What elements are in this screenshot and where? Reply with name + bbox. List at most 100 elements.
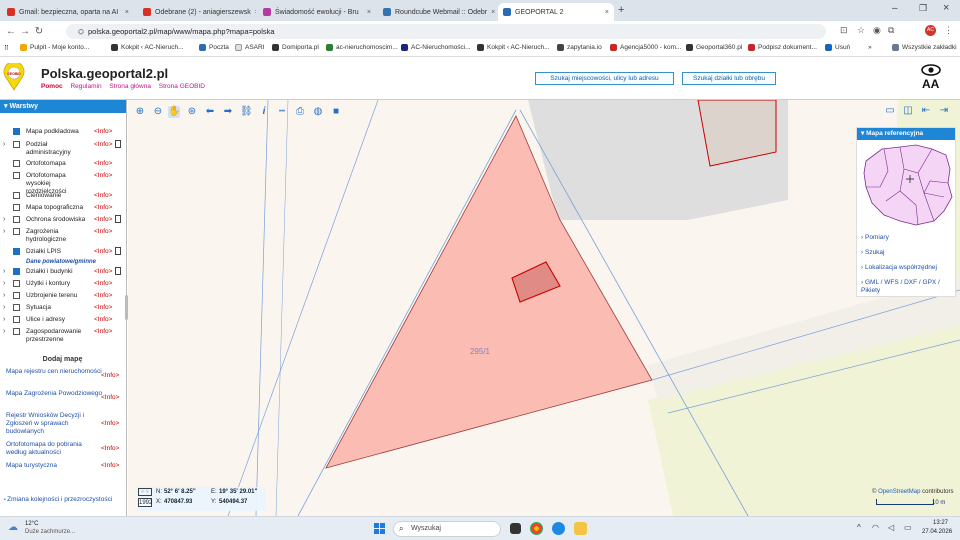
browser-menu-icon[interactable]: ⋮	[944, 25, 953, 36]
expand-arrow-icon[interactable]: ›	[3, 216, 5, 223]
info-link[interactable]: <Info>	[94, 192, 112, 199]
forward-arrow-icon[interactable]: →	[18, 26, 32, 37]
bookmark-item[interactable]: Kokpit ‹ AC-Nieruch...	[111, 44, 184, 51]
document-icon[interactable]	[115, 140, 121, 148]
info-link[interactable]: <Info>	[94, 328, 112, 335]
reload-icon[interactable]: ↻	[32, 26, 46, 37]
task-view-icon[interactable]	[510, 523, 521, 534]
info-link[interactable]: <Info>	[94, 160, 112, 167]
layout-right-icon[interactable]: ⇥	[938, 105, 950, 117]
geobid-link[interactable]: Strona GEOBID	[159, 83, 205, 90]
info-link[interactable]: <Info>	[94, 128, 112, 135]
globe-icon[interactable]: ◍	[312, 106, 324, 118]
close-tab-icon[interactable]: ×	[363, 9, 371, 16]
expand-arrow-icon[interactable]: ›	[3, 228, 5, 235]
pan-hand-icon[interactable]: ✋	[168, 106, 180, 118]
bookmark-item[interactable]: Domiporta.pl	[272, 44, 319, 51]
export-formats-link[interactable]: › GML / WFS / DXF / GPX / Pikiety	[861, 279, 953, 295]
layer-checkbox[interactable]	[13, 268, 20, 275]
print-icon[interactable]: ⎙	[294, 106, 306, 118]
volume-icon[interactable]: ◁	[888, 523, 894, 532]
map-link[interactable]: Mapa turystyczna <Info>	[6, 462, 121, 470]
weather-temp[interactable]: 12°C	[25, 521, 38, 527]
openstreetmap-link[interactable]: OpenStreetMap	[878, 489, 920, 495]
layer-checkbox[interactable]	[13, 204, 20, 211]
layout-full-icon[interactable]: ▭	[884, 105, 896, 117]
poland-minimap[interactable]	[860, 143, 954, 229]
layer-checkbox[interactable]	[13, 292, 20, 299]
reference-map-header[interactable]: ▾ Mapa referencyjna	[857, 128, 955, 140]
info-link[interactable]: <Info>	[94, 172, 112, 179]
info-link[interactable]: <Info>	[101, 372, 119, 380]
zoom-out-icon[interactable]: ⊖	[152, 106, 164, 118]
layout-left-icon[interactable]: ⇤	[920, 105, 932, 117]
bookmark-item[interactable]: ASARI	[235, 44, 265, 51]
browser-tab[interactable]: Odebrane (2) - aniagierszewsk ×	[138, 3, 256, 21]
expand-arrow-icon[interactable]: ›	[3, 141, 5, 148]
layer-checkbox[interactable]	[13, 328, 20, 335]
info-link[interactable]: <Info>	[94, 268, 112, 275]
document-icon[interactable]	[115, 215, 121, 223]
taskbar-search[interactable]: ⌕ Wyszukaj	[393, 521, 501, 537]
layer-checkbox[interactable]	[13, 192, 20, 199]
info-link[interactable]: <Info>	[94, 216, 112, 223]
window-close-icon[interactable]: ×	[943, 2, 949, 14]
weather-description[interactable]: Duże zachmurze...	[25, 529, 75, 535]
browser-tab[interactable]: Świadomość ewolucji - Bru ×	[258, 3, 376, 21]
info-link[interactable]: <Info>	[94, 248, 112, 255]
layer-checkbox[interactable]	[13, 216, 20, 223]
map-link[interactable]: Mapa rejestru cen nieruchomości <Info>	[6, 368, 121, 379]
back-arrow-icon[interactable]: ←	[4, 26, 18, 37]
home-link[interactable]: Strona główna	[109, 83, 151, 90]
layer-checkbox[interactable]	[13, 160, 20, 167]
layer-checkbox[interactable]	[13, 141, 20, 148]
bookmark-item[interactable]: Agencja5000 - kom...	[610, 44, 681, 51]
url-field[interactable]: ⛭ polska.geoportal2.pl/map/www/mapa.php?m…	[66, 24, 826, 39]
info-link[interactable]: <Info>	[101, 462, 119, 470]
browser-tab[interactable]: Roundcube Webmail :: Odebr ×	[378, 3, 496, 21]
all-bookmarks-button[interactable]: Wszystkie zakładki	[892, 44, 957, 51]
bookmark-item[interactable]: Usuń	[825, 44, 850, 51]
close-tab-icon[interactable]: ×	[121, 9, 129, 16]
coordinate-mode-icon[interactable]: ⁘⁘	[138, 488, 152, 496]
file-explorer-icon[interactable]	[574, 522, 587, 535]
info-link[interactable]: <Info>	[101, 394, 119, 402]
map-link[interactable]: Ortofotomapa do pobrania według aktualno…	[6, 441, 119, 457]
document-icon[interactable]	[115, 267, 121, 275]
close-tab-icon[interactable]: ×	[487, 9, 495, 16]
layer-order-link[interactable]: • Zmiana kolejności i przezroczystości	[4, 496, 116, 504]
minimize-icon[interactable]: –	[892, 3, 898, 14]
measure-icon[interactable]: ┅	[276, 106, 288, 118]
terms-link[interactable]: Regulamin	[70, 83, 101, 90]
next-view-icon[interactable]: ➡	[222, 106, 234, 118]
eye-icon[interactable]	[921, 64, 941, 76]
info-link[interactable]: <Info>	[94, 204, 112, 211]
clock-time[interactable]: 13:27	[933, 520, 948, 526]
info-link[interactable]: <Info>	[94, 316, 112, 323]
more-bookmarks-button[interactable]: »	[868, 44, 872, 51]
layer-checkbox[interactable]	[13, 280, 20, 287]
expand-arrow-icon[interactable]: ›	[3, 304, 5, 311]
profile-avatar[interactable]: AC	[925, 25, 936, 36]
info-link[interactable]: <Info>	[101, 445, 119, 453]
bookmark-item[interactable]: Poczta	[199, 44, 229, 51]
bookmark-item[interactable]: ac-nieruchomoscim...	[326, 44, 398, 51]
layer-checkbox[interactable]	[13, 304, 20, 311]
map-link[interactable]: Rejestr Wniosków Decyzji i Zgłoszeń w sp…	[6, 412, 119, 436]
document-icon[interactable]	[115, 247, 121, 255]
info-link[interactable]: <Info>	[94, 292, 112, 299]
user-icon[interactable]: ◉	[873, 25, 881, 36]
coordinate-location-link[interactable]: › Lokalizacja współrzędnej	[861, 264, 937, 271]
measure-link[interactable]: › Pomiary	[861, 234, 889, 241]
layer-checkbox[interactable]	[13, 316, 20, 323]
expand-arrow-icon[interactable]: ›	[3, 328, 5, 335]
bookmark-item[interactable]: Kokpit ‹ AC-Nieruch...	[477, 44, 550, 51]
maximize-icon[interactable]: ❐	[919, 3, 927, 14]
edge-icon[interactable]	[552, 522, 565, 535]
expand-arrow-icon[interactable]: ›	[3, 292, 5, 299]
close-tab-icon[interactable]: ×	[251, 9, 256, 16]
bookmark-item[interactable]: Podpisz dokument...	[748, 44, 817, 51]
layers-panel-header[interactable]: ▾ Warstwy	[0, 100, 126, 113]
wifi-icon[interactable]: ◠	[872, 523, 879, 532]
help-link[interactable]: Pomoc	[41, 83, 63, 90]
